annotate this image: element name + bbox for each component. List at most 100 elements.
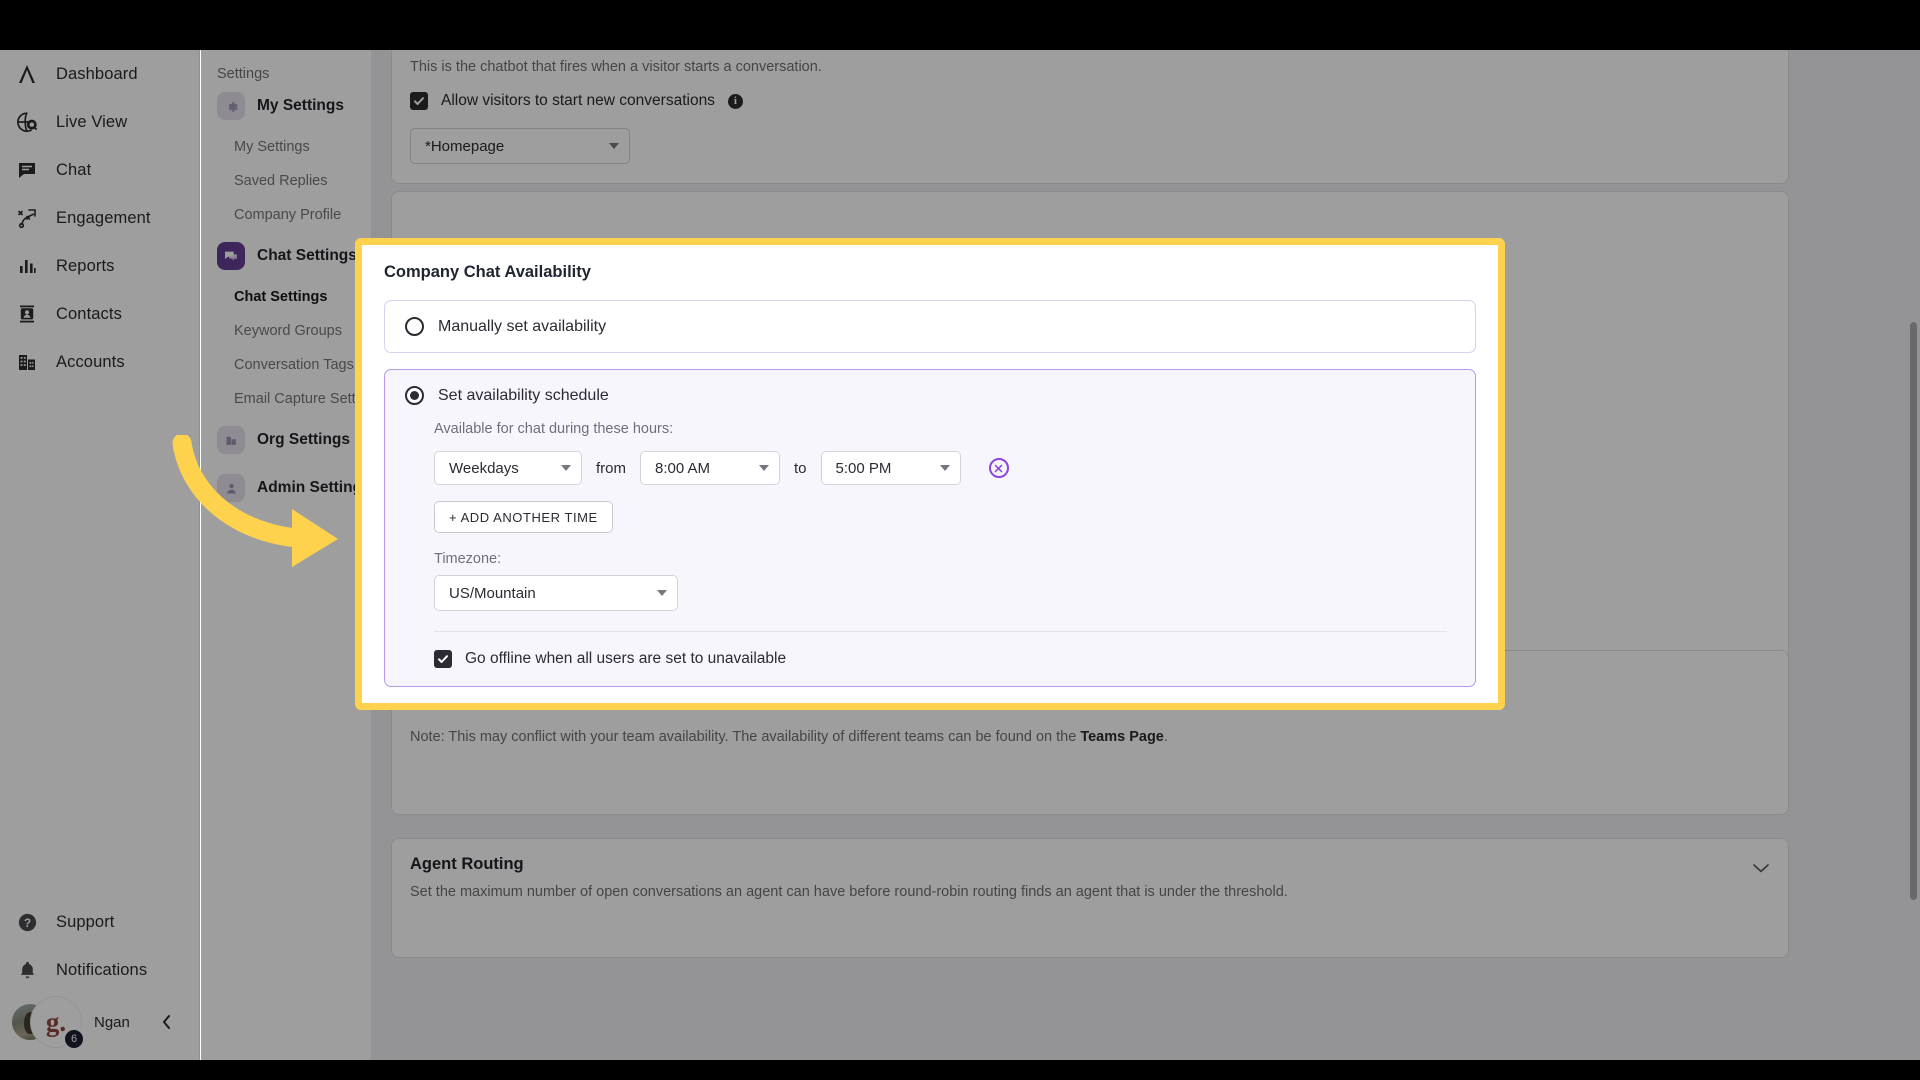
sidebar-item-label: Reports: [56, 256, 115, 275]
sidebar-item-contacts[interactable]: Contacts: [0, 290, 199, 338]
sidebar-item-label: Support: [56, 912, 115, 931]
sidebar-item-label: Accounts: [56, 352, 125, 371]
sidebar-item-reports[interactable]: Reports: [0, 242, 199, 290]
sidebar-item-support[interactable]: ? Support: [0, 898, 200, 946]
help-circle-icon: ?: [14, 909, 40, 935]
chatbot-select[interactable]: *Homepage: [410, 128, 630, 164]
sidebar-item-notifications[interactable]: Notifications: [0, 946, 200, 994]
to-label: to: [794, 459, 807, 477]
nav-group-my-settings[interactable]: My Settings: [201, 82, 371, 130]
remove-circle-icon[interactable]: [988, 458, 1009, 478]
add-another-time-button[interactable]: + ADD ANOTHER TIME: [434, 501, 613, 533]
agent-routing-description: Set the maximum number of open conversat…: [410, 884, 1288, 900]
schedule-time-row: Weekdays from 8:00 AM to 5:00 PM: [434, 451, 1455, 485]
sidebar-item-label: Dashboard: [56, 64, 138, 83]
sidebar-item-label: Notifications: [56, 960, 148, 979]
settings-caption: Settings: [217, 66, 270, 82]
chatbot-select-value: *Homepage: [425, 137, 505, 155]
contact-card-icon: [14, 301, 40, 327]
chat-bubble-icon: [14, 157, 40, 183]
chevron-down-icon[interactable]: [1752, 861, 1770, 879]
from-label: from: [596, 459, 626, 477]
timezone-label: Timezone:: [434, 551, 502, 567]
allow-new-conversations-checkbox[interactable]: [410, 92, 428, 110]
timezone-value: US/Mountain: [449, 584, 536, 602]
chevron-down-icon: [561, 465, 571, 471]
info-icon[interactable]: i: [727, 93, 743, 109]
nav-item-my-settings[interactable]: My Settings: [201, 130, 371, 164]
schedule-from-value: 8:00 AM: [655, 459, 711, 477]
allow-new-conversations-row[interactable]: Allow visitors to start new conversation…: [410, 92, 743, 110]
nav-item-conversation-tags[interactable]: Conversation Tags: [201, 348, 371, 382]
sidebar-item-label: Live View: [56, 112, 128, 131]
schedule-days-select[interactable]: Weekdays: [434, 451, 582, 485]
agent-routing-title: Agent Routing: [410, 855, 524, 873]
nav-item-keyword-groups[interactable]: Keyword Groups: [201, 314, 371, 348]
go-offline-row[interactable]: Go offline when all users are set to una…: [434, 650, 1455, 668]
logo-caret-icon: [14, 61, 40, 87]
nav-item-chat-settings[interactable]: Chat Settings: [201, 280, 371, 314]
sidebar-item-dashboard[interactable]: Dashboard: [0, 50, 199, 98]
chatbot-card: This is the chatbot that fires when a vi…: [391, 50, 1789, 184]
chevron-down-icon: [759, 465, 769, 471]
nav-group-chat-settings[interactable]: Chat Settings: [201, 232, 371, 280]
building-icon: [14, 349, 40, 375]
schedule-days-value: Weekdays: [449, 459, 519, 477]
chevron-down-icon: [939, 465, 950, 471]
manual-availability-option[interactable]: Manually set availability: [384, 300, 1476, 353]
admin-icon: [217, 474, 245, 502]
allow-new-conversations-label: Allow visitors to start new conversation…: [441, 92, 715, 109]
notification-count-badge: 6: [63, 1028, 85, 1050]
nav-group-org-settings[interactable]: Org Settings: [201, 416, 371, 464]
company-chat-availability-highlight: Company Chat Availability Manually set a…: [355, 238, 1505, 710]
teams-page-link[interactable]: Teams Page: [1080, 729, 1164, 745]
schedule-availability-option: Set availability schedule Available for …: [384, 369, 1476, 687]
sidebar-item-chat[interactable]: Chat: [0, 146, 199, 194]
availability-note-suffix: .: [1163, 729, 1168, 745]
nav-group-admin-settings[interactable]: Admin Settings: [201, 464, 371, 512]
sidebar-item-engagement[interactable]: Engagement: [0, 194, 199, 242]
svg-text:?: ?: [23, 917, 30, 929]
sidebar-item-label: Engagement: [56, 208, 151, 227]
chatbot-description: This is the chatbot that fires when a vi…: [410, 59, 822, 75]
bell-icon: [14, 957, 40, 983]
go-offline-label: Go offline when all users are set to una…: [465, 650, 787, 667]
sidebar-item-accounts[interactable]: Accounts: [0, 338, 199, 386]
go-offline-checkbox[interactable]: [434, 650, 452, 668]
nav-item-email-capture-settings[interactable]: Email Capture Settings: [201, 382, 382, 416]
globe-search-icon: [14, 109, 40, 135]
agent-routing-card: Agent Routing Set the maximum number of …: [391, 838, 1789, 958]
vertical-scrollbar[interactable]: [1910, 322, 1917, 900]
engagement-path-icon: [14, 205, 40, 231]
nav-item-saved-replies[interactable]: Saved Replies: [201, 164, 371, 198]
schedule-to-select[interactable]: 5:00 PM: [820, 451, 961, 485]
settings-sidebar: Settings My Settings My Settings Saved R…: [201, 50, 382, 1060]
org-icon: [217, 426, 245, 454]
nav-group-label: Chat Settings: [257, 247, 357, 264]
sidebar-item-label: Contacts: [56, 304, 122, 323]
schedule-availability-header[interactable]: Set availability schedule: [405, 386, 1455, 405]
user-name: Ngan: [94, 1013, 130, 1031]
available-hours-label: Available for chat during these hours:: [434, 421, 674, 437]
divider: [434, 631, 1447, 632]
manual-availability-radio[interactable]: [405, 317, 424, 336]
sidebar-item-label: Chat: [56, 160, 92, 179]
schedule-availability-radio[interactable]: [405, 386, 424, 405]
nav-group-label: Org Settings: [257, 431, 351, 448]
nav-group-label: My Settings: [257, 97, 344, 114]
bar-chart-icon: [14, 253, 40, 279]
schedule-availability-label: Set availability schedule: [438, 386, 609, 404]
sidebar-bottom-group: ? Support Notifications g. 6 Ngan: [0, 898, 200, 1050]
schedule-to-value: 5:00 PM: [835, 459, 892, 477]
sidebar-item-live-view[interactable]: Live View: [0, 98, 199, 146]
chevron-left-icon[interactable]: [154, 1010, 178, 1034]
chevron-down-icon: [609, 143, 619, 149]
nav-item-company-profile[interactable]: Company Profile: [201, 198, 371, 232]
chevron-down-icon: [657, 590, 667, 596]
availability-note-text: Note: This may conflict with your team a…: [410, 729, 1081, 745]
timezone-select[interactable]: US/Mountain: [434, 575, 678, 611]
nav-group-label: Admin Settings: [257, 479, 371, 496]
chat-settings-icon: [217, 242, 245, 270]
availability-note: Note: This may conflict with your team a…: [410, 729, 1168, 745]
schedule-from-select[interactable]: 8:00 AM: [640, 451, 780, 485]
